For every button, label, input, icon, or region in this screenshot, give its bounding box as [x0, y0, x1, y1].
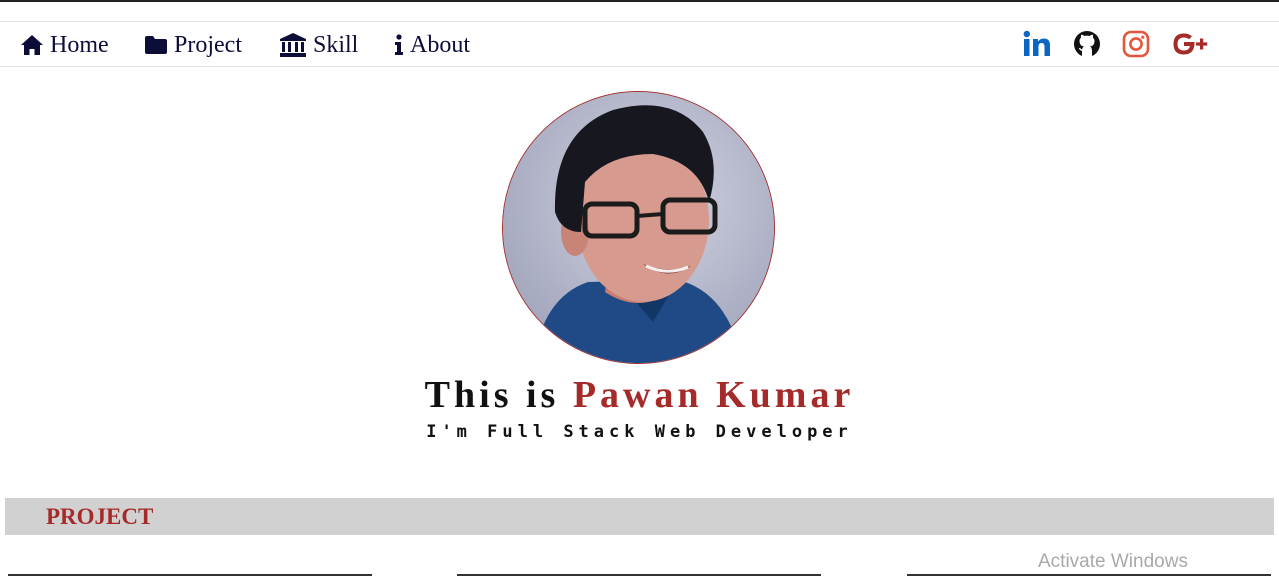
nav-about[interactable]: About: [394, 31, 470, 59]
bank-icon: [280, 33, 306, 57]
github-link[interactable]: [1073, 28, 1101, 60]
nav-about-label: About: [410, 31, 470, 58]
nav-project-label: Project: [174, 31, 242, 58]
hero-prefix: This is: [424, 374, 560, 416]
instagram-link[interactable]: [1122, 28, 1150, 60]
linkedin-icon: [1023, 30, 1050, 56]
profile-portrait-image: [503, 92, 774, 363]
google-plus-link[interactable]: [1171, 28, 1213, 60]
activate-windows-watermark: Activate Windows: [1038, 551, 1188, 572]
info-icon: [395, 34, 403, 55]
folder-icon: [145, 36, 167, 54]
home-icon: [21, 35, 43, 55]
top-border: [0, 0, 1279, 2]
instagram-icon: [1122, 30, 1150, 58]
project-section-header: PROJECT: [5, 498, 1274, 535]
hero-name: Pawan Kumar: [572, 374, 855, 416]
section-title: PROJECT: [46, 504, 154, 529]
profile-photo: [502, 91, 775, 364]
google-plus-icon: [1173, 33, 1208, 55]
nav-home[interactable]: Home: [20, 31, 109, 59]
hero-headline: This is Pawan Kumar: [0, 373, 1279, 417]
nav-project[interactable]: Project: [144, 31, 242, 59]
hero-tagline: I'm Full Stack Web Developer: [426, 422, 853, 442]
main-navbar: Home Project Skill About: [0, 21, 1279, 67]
nav-skill[interactable]: Skill: [279, 31, 358, 59]
nav-home-label: Home: [50, 31, 109, 58]
github-icon: [1074, 31, 1100, 57]
linkedin-link[interactable]: [1022, 28, 1052, 60]
nav-skill-label: Skill: [313, 31, 359, 58]
